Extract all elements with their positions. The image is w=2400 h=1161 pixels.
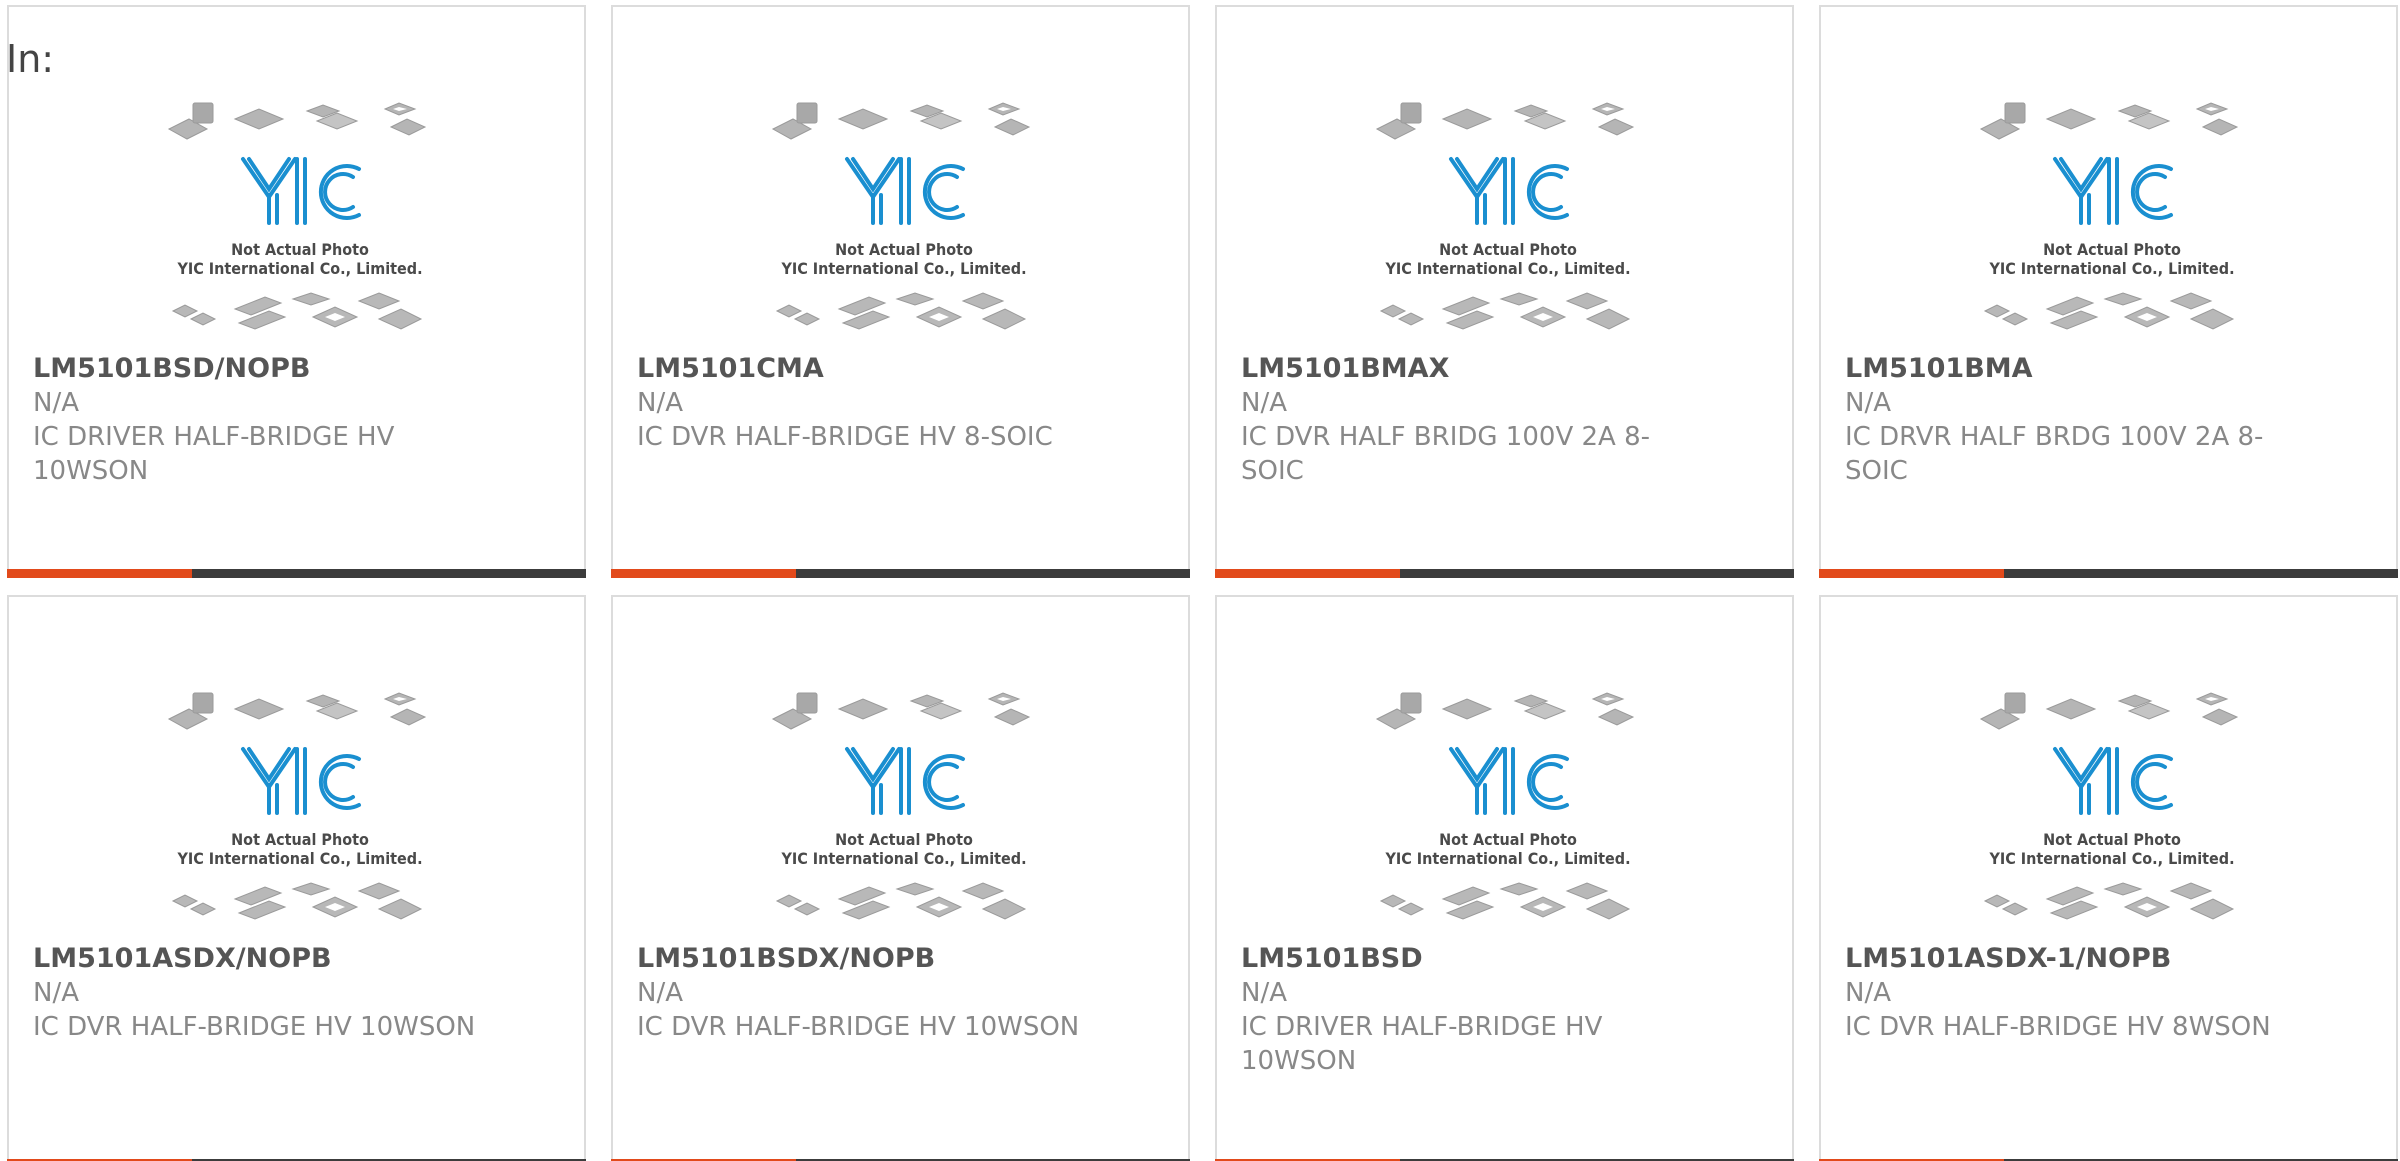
part-number-link[interactable]: LM5101BSDX/NOPB: [637, 942, 1107, 976]
product-thumbnail: Not Actual Photo YIC International Co., L…: [1371, 97, 1645, 337]
description: IC DVR HALF-BRIDGE HV 10WSON: [637, 1012, 1080, 1042]
product-thumbnail: Not Actual Photo YIC International Co., L…: [1975, 687, 2249, 927]
part-number-link[interactable]: LM5101BMAX: [1241, 352, 1711, 386]
product-card[interactable]: Not Actual Photo YIC International Co., L…: [1819, 5, 2398, 578]
not-actual-photo-caption: Not Actual Photo: [1439, 830, 1577, 849]
card-accent-bar: [1215, 569, 1794, 578]
product-info: LM5101BSD/NOPB N/A IC DRIVER HALF-BRIDGE…: [33, 352, 503, 488]
product-info: LM5101BMAX N/A IC DVR HALF BRIDG 100V 2A…: [1241, 352, 1711, 488]
card-accent-bar: [611, 569, 1190, 578]
product-info: LM5101BSDX/NOPB N/A IC DVR HALF-BRIDGE H…: [637, 942, 1107, 1044]
manufacturer: N/A: [1241, 388, 1287, 418]
manufacturer: N/A: [1241, 978, 1287, 1008]
placeholder-image: Not Actual PhotoYIC International Co., L…: [1375, 102, 1635, 330]
product-info: LM5101ASDX-1/NOPB N/A IC DVR HALF-BRIDGE…: [1845, 942, 2315, 1044]
manufacturer: N/A: [1845, 978, 1891, 1008]
product-info: LM5101BSD N/A IC DRIVER HALF-BRIDGE HV 1…: [1241, 942, 1711, 1078]
manufacturer: N/A: [33, 978, 79, 1008]
manufacturer: N/A: [637, 978, 683, 1008]
product-thumbnail: Not Actual Photo YIC International Co., L…: [767, 687, 1041, 927]
accent-highlight: [7, 569, 192, 578]
in-label: In:: [6, 37, 55, 81]
not-actual-photo-caption: Not Actual Photo: [835, 240, 973, 259]
company-caption: YIC International Co., Limited.: [1384, 849, 1630, 868]
product-card[interactable]: Not Actual Photo YIC International Co., L…: [7, 5, 586, 578]
product-card[interactable]: Not Actual Photo YIC International Co., L…: [1215, 595, 1794, 1161]
company-caption: YIC International Co., Limited.: [1988, 259, 2234, 278]
product-thumbnail: Not Actual Photo YIC International Co., L…: [1975, 97, 2249, 337]
accent-highlight: [611, 569, 796, 578]
product-card[interactable]: Not Actual Photo YIC International Co., L…: [1215, 5, 1794, 578]
card-accent-bar: [7, 569, 586, 578]
product-thumbnail: Not Actual Photo YIC International Co., L…: [767, 97, 1041, 337]
product-card[interactable]: Not Actual Photo YIC International Co., L…: [611, 595, 1190, 1161]
description: IC DVR HALF-BRIDGE HV 10WSON: [33, 1012, 476, 1042]
product-grid: Not Actual Photo YIC International Co., L…: [0, 0, 2400, 1161]
part-number-link[interactable]: LM5101ASDX-1/NOPB: [1845, 942, 2315, 976]
not-actual-photo-caption: Not Actual Photo: [2043, 240, 2181, 259]
part-number-link[interactable]: LM5101ASDX/NOPB: [33, 942, 503, 976]
accent-highlight: [1215, 569, 1400, 578]
part-number-link[interactable]: LM5101CMA: [637, 352, 1107, 386]
description: IC DRIVER HALF-BRIDGE HV 10WSON: [1241, 1012, 1603, 1076]
product-card[interactable]: Not Actual Photo YIC International Co., L…: [7, 595, 586, 1161]
accent-highlight: [1819, 569, 2004, 578]
part-number-link[interactable]: LM5101BSD: [1241, 942, 1711, 976]
product-info: LM5101BMA N/A IC DRVR HALF BRDG 100V 2A …: [1845, 352, 2315, 488]
part-number-link[interactable]: LM5101BSD/NOPB: [33, 352, 503, 386]
product-card[interactable]: Not Actual Photo YIC International Co., L…: [611, 5, 1190, 578]
product-results-page: In: Not Actual Photo YIC International Co…: [0, 0, 2400, 1161]
not-actual-photo-caption: Not Actual Photo: [231, 240, 369, 259]
product-thumbnail: Not Actual Photo YIC International Co., L…: [163, 97, 437, 337]
description: IC DRVR HALF BRDG 100V 2A 8-SOIC: [1845, 422, 2264, 486]
product-info: LM5101ASDX/NOPB N/A IC DVR HALF-BRIDGE H…: [33, 942, 503, 1044]
description: IC DVR HALF-BRIDGE HV 8WSON: [1845, 1012, 2271, 1042]
placeholder-image: Not Actual PhotoYIC International Co., L…: [167, 102, 427, 330]
product-thumbnail: Not Actual Photo YIC International Co., L…: [1371, 687, 1645, 927]
description: IC DVR HALF-BRIDGE HV 8-SOIC: [637, 422, 1053, 452]
description: IC DRIVER HALF-BRIDGE HV 10WSON: [33, 422, 395, 486]
not-actual-photo-caption: Not Actual Photo: [1439, 240, 1577, 259]
placeholder-image: Not Actual PhotoYIC International Co., L…: [1375, 692, 1635, 920]
company-caption: YIC International Co., Limited.: [176, 259, 422, 278]
company-caption: YIC International Co., Limited.: [780, 259, 1026, 278]
not-actual-photo-caption: Not Actual Photo: [231, 830, 369, 849]
placeholder-image: Not Actual PhotoYIC International Co., L…: [771, 692, 1031, 920]
product-info: LM5101CMA N/A IC DVR HALF-BRIDGE HV 8-SO…: [637, 352, 1107, 454]
not-actual-photo-caption: Not Actual Photo: [835, 830, 973, 849]
company-caption: YIC International Co., Limited.: [1384, 259, 1630, 278]
product-thumbnail: Not Actual Photo YIC International Co., L…: [163, 687, 437, 927]
company-caption: YIC International Co., Limited.: [780, 849, 1026, 868]
manufacturer: N/A: [33, 388, 79, 418]
placeholder-image: Not Actual PhotoYIC International Co., L…: [771, 102, 1031, 330]
placeholder-image: Not Actual PhotoYIC International Co., L…: [1979, 102, 2239, 330]
product-card[interactable]: Not Actual Photo YIC International Co., L…: [1819, 595, 2398, 1161]
company-caption: YIC International Co., Limited.: [176, 849, 422, 868]
company-caption: YIC International Co., Limited.: [1988, 849, 2234, 868]
placeholder-image: Not Actual PhotoYIC International Co., L…: [1979, 692, 2239, 920]
manufacturer: N/A: [1845, 388, 1891, 418]
card-accent-bar: [1819, 569, 2398, 578]
manufacturer: N/A: [637, 388, 683, 418]
not-actual-photo-caption: Not Actual Photo: [2043, 830, 2181, 849]
part-number-link[interactable]: LM5101BMA: [1845, 352, 2315, 386]
description: IC DVR HALF BRIDG 100V 2A 8-SOIC: [1241, 422, 1651, 486]
placeholder-image: Not Actual PhotoYIC International Co., L…: [167, 692, 427, 920]
